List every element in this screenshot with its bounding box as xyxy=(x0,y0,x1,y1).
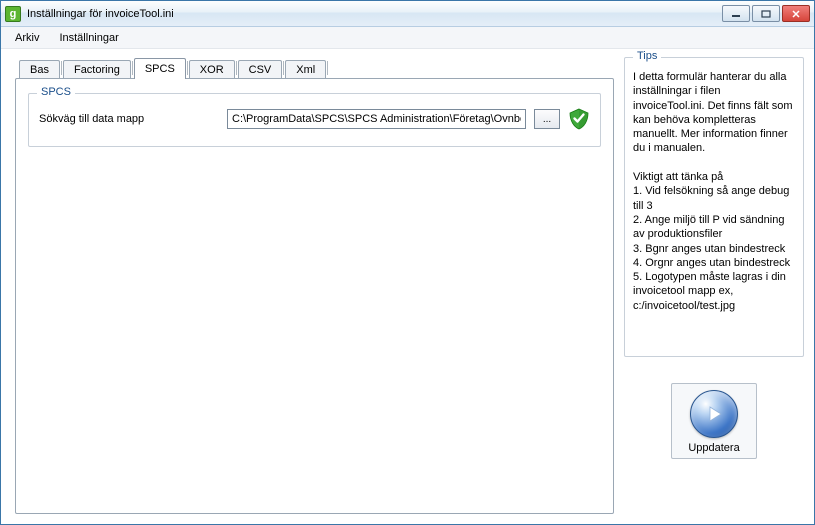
tab-separator xyxy=(283,61,284,75)
maximize-button[interactable] xyxy=(752,5,780,22)
tab-bas[interactable]: Bas xyxy=(19,60,60,79)
window-title: Inställningar för invoiceTool.ini xyxy=(27,8,716,20)
tab-separator xyxy=(327,61,328,75)
minimize-icon xyxy=(731,10,741,18)
tab-factoring[interactable]: Factoring xyxy=(63,60,131,79)
menu-arkiv[interactable]: Arkiv xyxy=(7,30,47,46)
tab-separator xyxy=(236,61,237,75)
right-panel: Tips I detta formulär hanterar du alla i… xyxy=(624,57,804,514)
tab-xml[interactable]: Xml xyxy=(285,60,326,79)
menu-installningar[interactable]: Inställningar xyxy=(51,30,126,46)
spcs-path-label: Sökväg till data mapp xyxy=(39,113,219,125)
app-icon: g xyxy=(5,6,21,22)
maximize-icon xyxy=(761,10,771,18)
tab-panel-spcs: SPCS Sökväg till data mapp ... xyxy=(15,78,614,514)
spcs-path-input[interactable] xyxy=(227,109,526,129)
tab-separator xyxy=(132,61,133,75)
tips-text: I detta formulär hanterar du alla instäl… xyxy=(633,70,795,313)
titlebar: g Inställningar för invoiceTool.ini xyxy=(1,1,814,27)
tab-separator xyxy=(187,61,188,75)
tab-separator xyxy=(61,61,62,75)
tab-strip: Bas Factoring SPCS XOR CSV Xml xyxy=(15,57,614,79)
browse-button[interactable]: ... xyxy=(534,109,560,129)
update-area: Uppdatera xyxy=(624,383,804,459)
play-icon xyxy=(690,390,738,438)
tips-legend: Tips xyxy=(633,50,661,62)
main-panel: Bas Factoring SPCS XOR CSV Xml SPCS Sökv… xyxy=(15,57,614,514)
client-area: Bas Factoring SPCS XOR CSV Xml SPCS Sökv… xyxy=(1,49,814,524)
tab-spcs[interactable]: SPCS xyxy=(134,58,186,79)
tips-groupbox: Tips I detta formulär hanterar du alla i… xyxy=(624,57,804,357)
app-window: g Inställningar för invoiceTool.ini Arki… xyxy=(0,0,815,525)
update-label: Uppdatera xyxy=(688,442,739,454)
close-button[interactable] xyxy=(782,5,810,22)
close-icon xyxy=(791,10,801,18)
tab-xor[interactable]: XOR xyxy=(189,60,235,79)
menubar: Arkiv Inställningar xyxy=(1,27,814,49)
spcs-legend: SPCS xyxy=(37,86,75,98)
tab-csv[interactable]: CSV xyxy=(238,60,283,79)
minimize-button[interactable] xyxy=(722,5,750,22)
validation-ok-icon xyxy=(568,108,590,130)
window-buttons xyxy=(722,5,810,22)
spcs-path-row: Sökväg till data mapp ... xyxy=(39,108,590,130)
update-button[interactable]: Uppdatera xyxy=(671,383,757,459)
spcs-groupbox: SPCS Sökväg till data mapp ... xyxy=(28,93,601,147)
